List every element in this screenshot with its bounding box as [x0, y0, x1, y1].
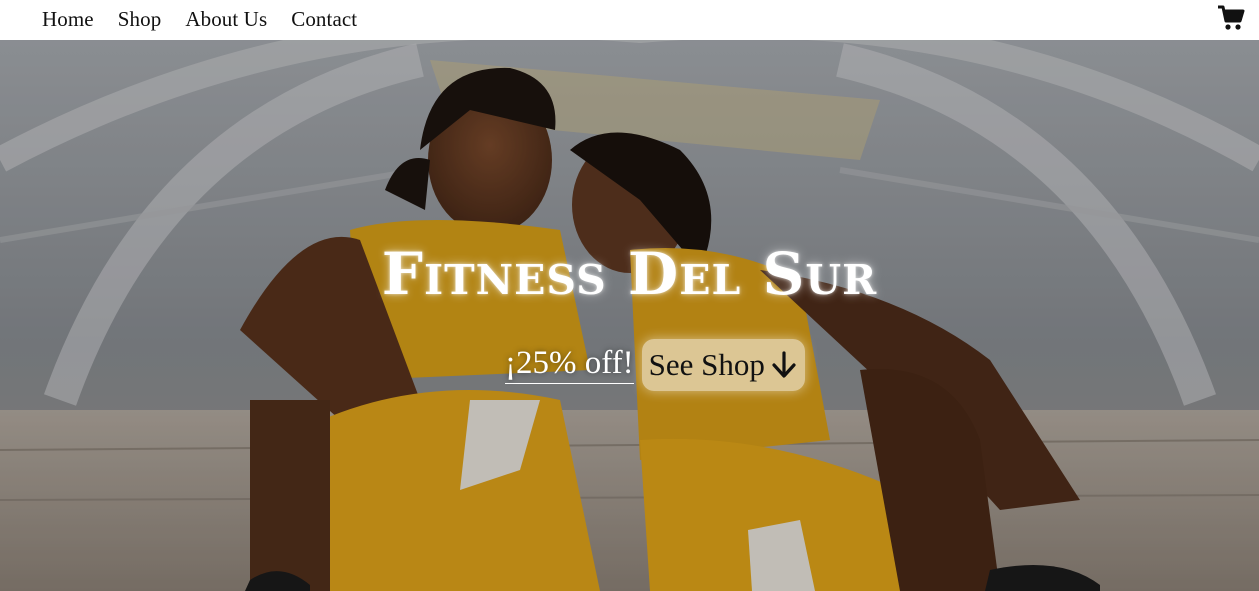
hero-overlay [0, 40, 1259, 591]
top-navbar: Home Shop About Us Contact [0, 0, 1259, 40]
see-shop-label: See Shop [648, 347, 765, 382]
hero-title: Fitness Del Sur [381, 240, 878, 308]
nav-link-about-us[interactable]: About Us [185, 7, 267, 32]
nav-links: Home Shop About Us Contact [42, 0, 381, 38]
hero-banner: Fitness Del Sur ¡25% off! See Shop [0, 40, 1259, 591]
see-shop-button[interactable]: See Shop [641, 339, 805, 391]
arrow-down-icon [771, 350, 797, 380]
nav-link-home[interactable]: Home [42, 7, 94, 32]
nav-link-contact[interactable]: Contact [291, 7, 357, 32]
discount-text: ¡25% off! [505, 346, 634, 384]
nav-link-shop[interactable]: Shop [118, 7, 162, 32]
shopping-cart-icon[interactable] [1217, 4, 1245, 32]
promo-row: ¡25% off! See Shop [505, 339, 805, 391]
